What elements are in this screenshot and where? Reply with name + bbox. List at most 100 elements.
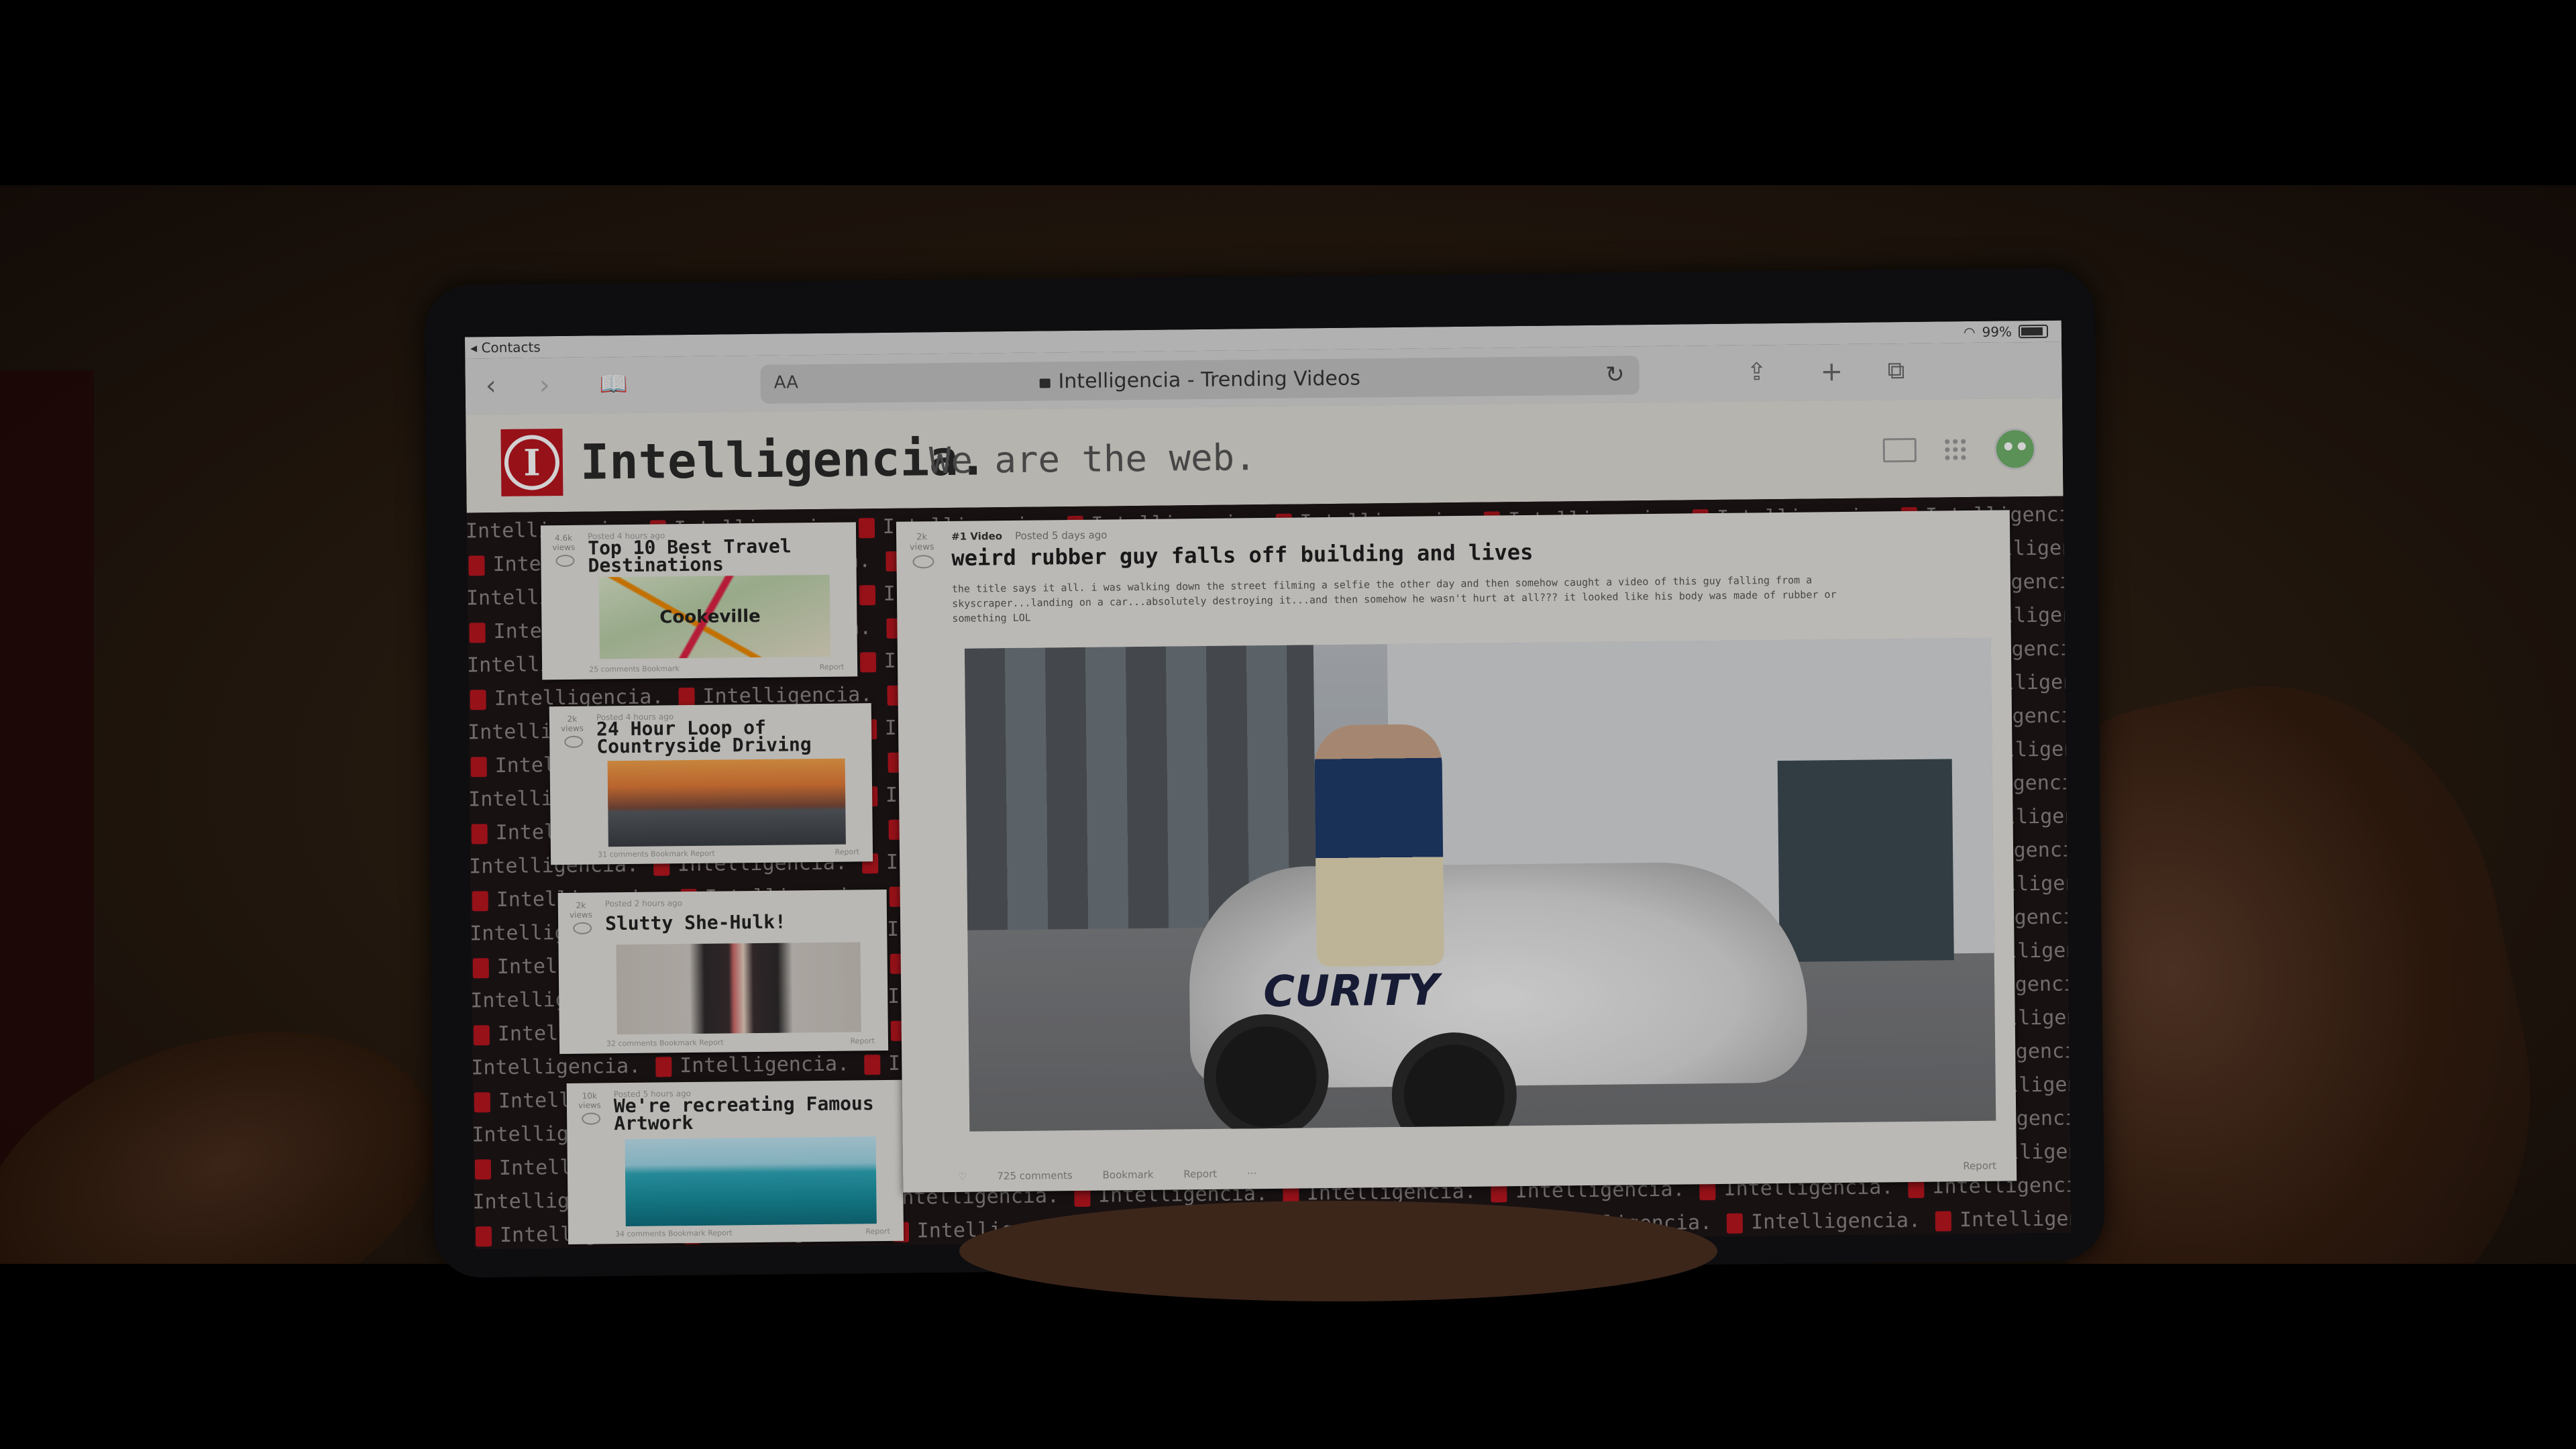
photo-wheel <box>1203 1014 1330 1132</box>
video-title[interactable]: Slutty She-Hulk! <box>605 911 873 935</box>
pattern-word: Intelligencia. <box>680 1052 850 1078</box>
post-meta: Posted 2 hours ago <box>604 898 683 909</box>
intelligencia-logo[interactable]: I <box>500 428 564 496</box>
user-avatar[interactable] <box>1994 427 2037 470</box>
back-arrow-icon[interactable]: ‹ <box>485 369 496 402</box>
header-actions <box>1882 427 2037 471</box>
video-card-artwork[interactable]: 10k views Posted 5 hours ago We're recre… <box>566 1079 904 1244</box>
view-count: 10k views <box>578 1091 601 1110</box>
featured-video-post: 2k views #1 Video Posted 5 days ago weir… <box>896 510 2017 1193</box>
card-footer: 31 comments Bookmark Report Report <box>598 847 859 859</box>
pattern-logo-icon <box>473 1024 490 1045</box>
pattern-word: Intelligencia. <box>1750 1208 1921 1234</box>
bookmark-link[interactable]: Bookmark <box>1102 1169 1153 1181</box>
report-link[interactable]: Report <box>850 1036 875 1045</box>
bottom-thumb <box>959 1201 1717 1301</box>
report-link[interactable]: Report <box>835 847 859 856</box>
video-card-driving[interactable]: 2k views Posted 4 hours ago 24 Hour Loop… <box>549 703 873 865</box>
pattern-logo-icon <box>470 689 486 710</box>
card-actions[interactable]: 25 comments Bookmark <box>589 664 680 674</box>
share-icon[interactable]: ⇪ <box>1746 356 1767 389</box>
post-footer: ♡ 725 comments Bookmark Report ··· Repor… <box>958 1160 1996 1183</box>
post-meta: #1 Video Posted 5 days ago <box>951 529 1107 542</box>
card-footer: 34 comments Bookmark Report Report <box>615 1227 890 1238</box>
report-link[interactable]: Report <box>820 663 845 672</box>
forward-arrow-icon[interactable]: › <box>539 368 550 402</box>
map-thumbnail[interactable]: Cookeville <box>598 574 830 659</box>
pattern-logo-icon <box>472 890 488 911</box>
report-link[interactable]: Report <box>1963 1160 1996 1173</box>
heart-icon[interactable]: ♡ <box>958 1171 967 1183</box>
video-card-travel[interactable]: 4.6k views Posted 4 hours ago Top 10 Bes… <box>540 522 858 680</box>
she-hulk-thumbnail[interactable] <box>616 942 861 1035</box>
post-body: the title says it all. i was walking dow… <box>951 574 1837 625</box>
post-title[interactable]: weird rubber guy falls off building and … <box>951 539 1533 571</box>
report-inline-link[interactable]: Report <box>1183 1168 1217 1181</box>
logo-letter: I <box>504 435 560 490</box>
site-tagline: We are the web. <box>928 436 1256 482</box>
battery-percent: 99% <box>1982 323 2012 340</box>
eye-icon <box>912 555 934 569</box>
pattern-logo-icon <box>1726 1213 1743 1234</box>
eye-icon <box>573 922 592 934</box>
road-thumbnail[interactable] <box>607 758 846 847</box>
address-bar[interactable]: AA Intelligencia - Trending Videos ↻ <box>760 356 1640 404</box>
card-actions[interactable]: 34 comments Bookmark Report <box>615 1228 733 1238</box>
eye-icon <box>582 1112 601 1125</box>
url-display[interactable]: Intelligencia - Trending Videos <box>761 364 1640 396</box>
view-count: 2k views <box>909 532 934 553</box>
view-count: 4.6k views <box>552 533 576 553</box>
eye-icon <box>555 554 575 568</box>
pattern-logo-icon <box>472 957 489 978</box>
battery-icon <box>2018 324 2049 339</box>
page-title: Intelligencia - Trending Videos <box>1058 366 1361 394</box>
post-time: Posted 5 days ago <box>1015 529 1108 542</box>
photo-wheel <box>1391 1032 1517 1132</box>
pattern-logo-icon <box>655 1056 672 1077</box>
back-to-app-link[interactable]: ◂ Contacts <box>470 339 541 356</box>
tabs-overview-icon[interactable]: ⧉ <box>1887 354 1904 388</box>
comments-link[interactable]: 725 comments <box>997 1169 1073 1182</box>
pattern-logo-icon <box>469 622 486 643</box>
view-count: 2k views <box>569 900 592 920</box>
pattern-logo-icon <box>863 1054 881 1075</box>
pattern-logo-icon <box>475 1226 492 1246</box>
apps-grid-icon[interactable] <box>1943 437 1968 462</box>
report-link[interactable]: Report <box>865 1227 890 1236</box>
bookmarks-book-icon[interactable]: 📖 <box>599 368 628 401</box>
card-footer: 25 comments Bookmark Report <box>589 663 844 674</box>
cast-icon[interactable] <box>1882 437 1917 463</box>
photo-window <box>1777 759 1954 963</box>
eye-icon <box>564 735 584 748</box>
site-header: I Intelligencia. We are the web. <box>466 398 2063 513</box>
video-card-she-hulk[interactable]: 2k views Posted 2 hours ago Slutty She-H… <box>557 889 889 1055</box>
tablet-screen: ◂ Contacts ◠ 99% ‹ › 📖 AA Intelligencia … <box>464 320 2072 1250</box>
whale-thumbnail[interactable] <box>625 1136 877 1227</box>
video-title[interactable]: 24 Hour Loop of Countryside Driving <box>596 716 859 758</box>
reload-icon[interactable]: ↻ <box>1605 361 1625 388</box>
pattern-word: Intelligencia. <box>471 1054 641 1080</box>
wifi-icon: ◠ <box>1963 323 1976 341</box>
card-footer: 32 comments Bookmark Report Report <box>606 1036 875 1048</box>
pattern-logo-icon <box>470 756 487 777</box>
video-title[interactable]: We're recreating Famous Artwork <box>614 1092 890 1134</box>
pattern-logo-icon <box>474 1159 492 1179</box>
status-indicators: ◠ 99% <box>1963 323 2049 341</box>
more-options-icon[interactable]: ··· <box>1247 1167 1257 1179</box>
pattern-logo-icon <box>858 517 875 538</box>
lock-icon <box>1039 378 1051 388</box>
site-brand-name[interactable]: Intelligencia. <box>580 429 987 490</box>
photo-rubber-man <box>1314 724 1444 967</box>
pattern-logo-icon <box>859 651 876 672</box>
pattern-word: Intelligencia. <box>1959 1206 2072 1232</box>
view-count: 2k views <box>561 714 584 734</box>
branded-pattern-background: Intelligencia. Intelligencia. Intelligenci… <box>466 496 2072 1250</box>
video-title[interactable]: Top 10 Best Travel Destinations <box>588 535 843 576</box>
pattern-logo-icon <box>859 584 875 605</box>
card-actions[interactable]: 32 comments Bookmark Report <box>606 1038 724 1049</box>
new-tab-plus-icon[interactable]: + <box>1820 355 1843 388</box>
video-player[interactable]: CURITY <box>964 637 1996 1132</box>
card-actions[interactable]: 31 comments Bookmark Report <box>598 849 715 859</box>
pattern-logo-icon <box>468 555 485 576</box>
pattern-logo-icon <box>471 823 488 844</box>
